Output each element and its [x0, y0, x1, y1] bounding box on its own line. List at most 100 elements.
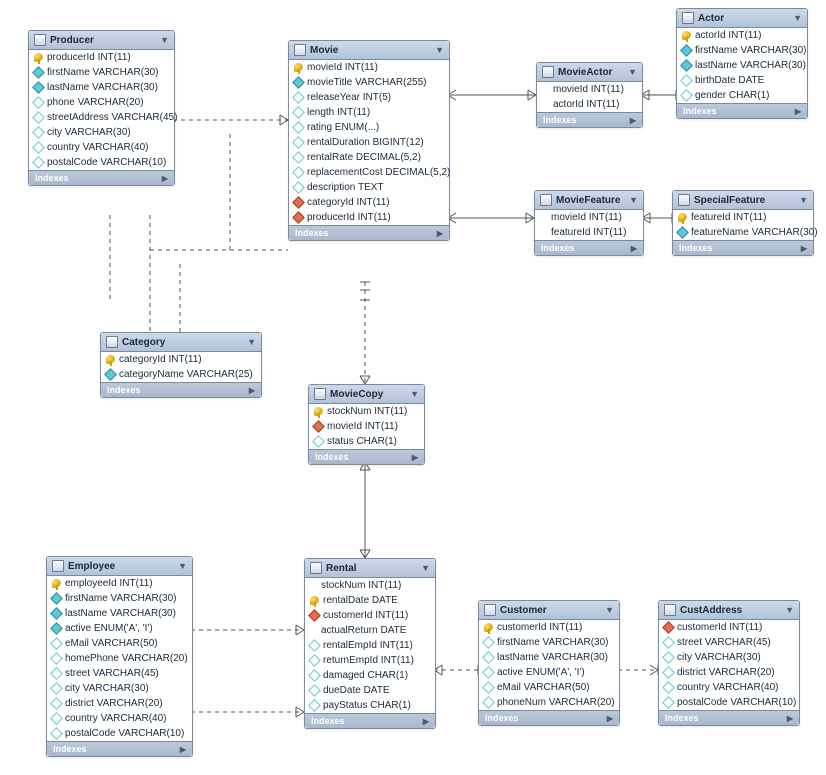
expand-icon[interactable]: ▶: [607, 714, 613, 723]
column-row[interactable]: dueDate DATE: [305, 683, 435, 698]
indexes-bar[interactable]: Indexes▶: [659, 710, 799, 725]
entity-header[interactable]: Employee▼: [47, 557, 192, 576]
column-row[interactable]: country VARCHAR(40): [659, 680, 799, 695]
indexes-bar[interactable]: Indexes▶: [535, 240, 643, 255]
column-row[interactable]: active ENUM('A', 'I'): [47, 621, 192, 636]
column-row[interactable]: categoryId INT(11): [289, 195, 449, 210]
collapse-icon[interactable]: ▼: [247, 337, 256, 347]
entity-movieactor[interactable]: MovieActor▼movieId INT(11)actorId INT(11…: [536, 62, 643, 128]
indexes-bar[interactable]: Indexes▶: [305, 713, 435, 728]
collapse-icon[interactable]: ▼: [178, 561, 187, 571]
column-row[interactable]: rentalDate DATE: [305, 593, 435, 608]
column-row[interactable]: featureId INT(11): [535, 225, 643, 240]
expand-icon[interactable]: ▶: [631, 244, 637, 253]
entity-specialfeature[interactable]: SpecialFeature▼featureId INT(11)featureN…: [672, 190, 814, 256]
indexes-bar[interactable]: Indexes▶: [289, 225, 449, 240]
collapse-icon[interactable]: ▼: [785, 605, 794, 615]
expand-icon[interactable]: ▶: [180, 745, 186, 754]
entity-header[interactable]: MovieActor▼: [537, 63, 642, 82]
expand-icon[interactable]: ▶: [423, 717, 429, 726]
column-row[interactable]: birthDate DATE: [677, 73, 807, 88]
column-row[interactable]: rating ENUM(...): [289, 120, 449, 135]
column-row[interactable]: firstName VARCHAR(30): [47, 591, 192, 606]
column-row[interactable]: releaseYear INT(5): [289, 90, 449, 105]
entity-header[interactable]: Producer▼: [29, 31, 174, 50]
column-row[interactable]: firstName VARCHAR(30): [29, 65, 174, 80]
column-row[interactable]: country VARCHAR(40): [29, 140, 174, 155]
column-row[interactable]: city VARCHAR(30): [47, 681, 192, 696]
column-row[interactable]: streetAddress VARCHAR(45): [29, 110, 174, 125]
expand-icon[interactable]: ▶: [249, 386, 255, 395]
entity-moviecopy[interactable]: MovieCopy▼stockNum INT(11)movieId INT(11…: [308, 384, 425, 465]
column-row[interactable]: eMail VARCHAR(50): [479, 680, 619, 695]
collapse-icon[interactable]: ▼: [799, 195, 808, 205]
column-row[interactable]: damaged CHAR(1): [305, 668, 435, 683]
column-row[interactable]: movieId INT(11): [289, 60, 449, 75]
column-row[interactable]: categoryName VARCHAR(25): [101, 367, 261, 382]
collapse-icon[interactable]: ▼: [421, 563, 430, 573]
column-row[interactable]: movieId INT(11): [537, 82, 642, 97]
expand-icon[interactable]: ▶: [630, 116, 636, 125]
column-row[interactable]: actorId INT(11): [537, 97, 642, 112]
entity-movie[interactable]: Movie▼movieId INT(11)movieTitle VARCHAR(…: [288, 40, 450, 241]
collapse-icon[interactable]: ▼: [793, 13, 802, 23]
column-row[interactable]: gender CHAR(1): [677, 88, 807, 103]
expand-icon[interactable]: ▶: [412, 453, 418, 462]
column-row[interactable]: firstName VARCHAR(30): [479, 635, 619, 650]
indexes-bar[interactable]: Indexes▶: [677, 103, 807, 118]
column-row[interactable]: street VARCHAR(45): [47, 666, 192, 681]
collapse-icon[interactable]: ▼: [628, 67, 637, 77]
column-row[interactable]: producerId INT(11): [29, 50, 174, 65]
column-row[interactable]: district VARCHAR(20): [47, 696, 192, 711]
collapse-icon[interactable]: ▼: [605, 605, 614, 615]
entity-category[interactable]: Category▼categoryId INT(11)categoryName …: [100, 332, 262, 398]
column-row[interactable]: replacementCost DECIMAL(5,2): [289, 165, 449, 180]
column-row[interactable]: payStatus CHAR(1): [305, 698, 435, 713]
indexes-bar[interactable]: Indexes▶: [673, 240, 813, 255]
collapse-icon[interactable]: ▼: [629, 195, 638, 205]
column-row[interactable]: phone VARCHAR(20): [29, 95, 174, 110]
column-row[interactable]: stockNum INT(11): [305, 578, 435, 593]
column-row[interactable]: postalCode VARCHAR(10): [29, 155, 174, 170]
column-row[interactable]: firstName VARCHAR(30): [677, 43, 807, 58]
column-row[interactable]: movieTitle VARCHAR(255): [289, 75, 449, 90]
indexes-bar[interactable]: Indexes▶: [537, 112, 642, 127]
entity-actor[interactable]: Actor▼actorId INT(11)firstName VARCHAR(3…: [676, 8, 808, 119]
column-row[interactable]: lastName VARCHAR(30): [677, 58, 807, 73]
entity-header[interactable]: SpecialFeature▼: [673, 191, 813, 210]
collapse-icon[interactable]: ▼: [410, 389, 419, 399]
entity-header[interactable]: Movie▼: [289, 41, 449, 60]
indexes-bar[interactable]: Indexes▶: [309, 449, 424, 464]
entity-employee[interactable]: Employee▼employeeId INT(11)firstName VAR…: [46, 556, 193, 757]
column-row[interactable]: lastName VARCHAR(30): [479, 650, 619, 665]
column-row[interactable]: featureId INT(11): [673, 210, 813, 225]
column-row[interactable]: description TEXT: [289, 180, 449, 195]
column-row[interactable]: eMail VARCHAR(50): [47, 636, 192, 651]
column-row[interactable]: district VARCHAR(20): [659, 665, 799, 680]
column-row[interactable]: postalCode VARCHAR(10): [659, 695, 799, 710]
column-row[interactable]: rentalDuration BIGINT(12): [289, 135, 449, 150]
entity-header[interactable]: MovieCopy▼: [309, 385, 424, 404]
column-row[interactable]: city VARCHAR(30): [659, 650, 799, 665]
column-row[interactable]: producerId INT(11): [289, 210, 449, 225]
entity-moviefeature[interactable]: MovieFeature▼movieId INT(11)featureId IN…: [534, 190, 644, 256]
column-row[interactable]: actorId INT(11): [677, 28, 807, 43]
column-row[interactable]: customerId INT(11): [479, 620, 619, 635]
expand-icon[interactable]: ▶: [162, 174, 168, 183]
column-row[interactable]: rentalEmpId INT(11): [305, 638, 435, 653]
column-row[interactable]: city VARCHAR(30): [29, 125, 174, 140]
column-row[interactable]: returnEmpId INT(11): [305, 653, 435, 668]
column-row[interactable]: customerId INT(11): [305, 608, 435, 623]
expand-icon[interactable]: ▶: [795, 107, 801, 116]
column-row[interactable]: homePhone VARCHAR(20): [47, 651, 192, 666]
entity-header[interactable]: MovieFeature▼: [535, 191, 643, 210]
column-row[interactable]: length INT(11): [289, 105, 449, 120]
entity-header[interactable]: Rental▼: [305, 559, 435, 578]
entity-header[interactable]: CustAddress▼: [659, 601, 799, 620]
expand-icon[interactable]: ▶: [437, 229, 443, 238]
expand-icon[interactable]: ▶: [801, 244, 807, 253]
column-row[interactable]: status CHAR(1): [309, 434, 424, 449]
column-row[interactable]: street VARCHAR(45): [659, 635, 799, 650]
entity-rental[interactable]: Rental▼stockNum INT(11)rentalDate DATEcu…: [304, 558, 436, 729]
column-row[interactable]: rentalRate DECIMAL(5,2): [289, 150, 449, 165]
